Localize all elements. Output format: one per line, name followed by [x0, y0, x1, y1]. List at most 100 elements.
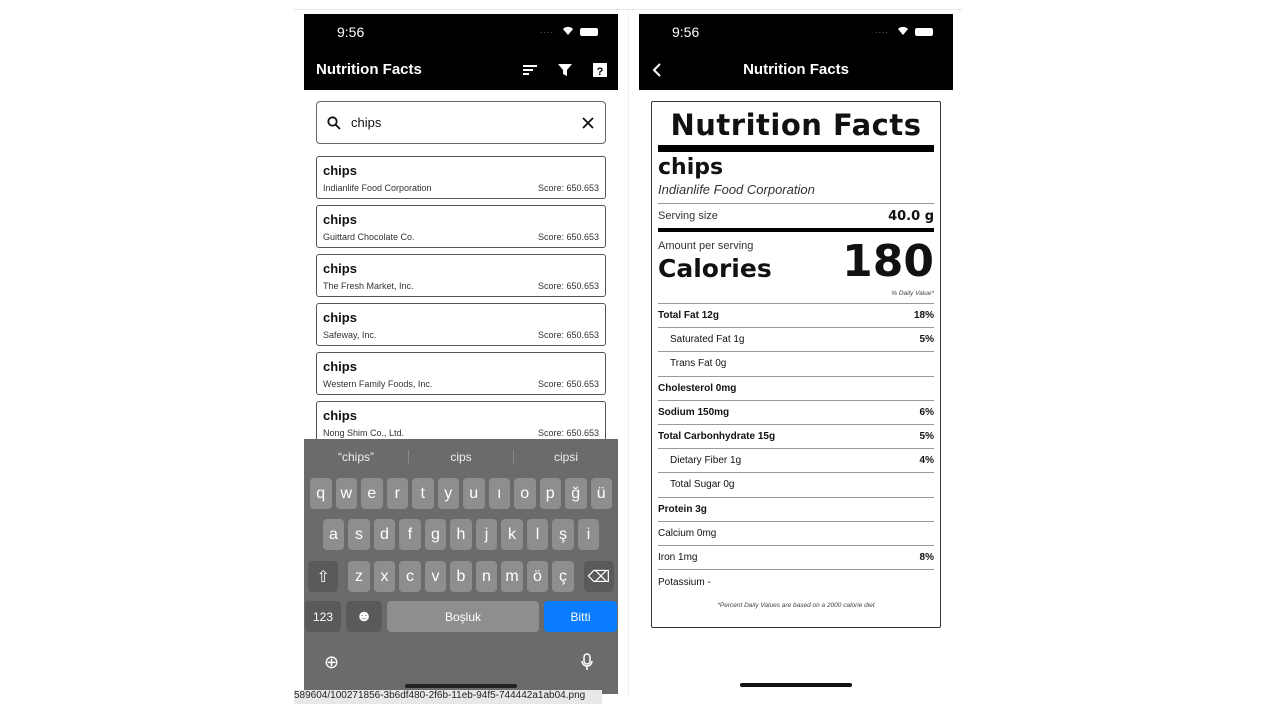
result-card[interactable]: chips The Fresh Market, Inc. Score: 650.65…	[316, 254, 606, 297]
nutrient-name: Dietary Fiber 1g	[670, 455, 742, 467]
backspace-key[interactable]: ⌫	[583, 561, 614, 592]
brand-name: Indianlife Food Corporation	[658, 182, 815, 197]
clear-icon[interactable]	[582, 117, 594, 129]
key[interactable]: y	[437, 478, 459, 509]
result-score: Score: 650.653	[537, 428, 599, 438]
key[interactable]: m	[501, 561, 523, 592]
nutrient-row: Calcium 0mg	[658, 522, 934, 546]
nutrient-name: Protein 3g	[658, 503, 707, 515]
battery-icon	[915, 28, 933, 36]
key[interactable]: ı	[488, 478, 510, 509]
key[interactable]: ğ	[565, 478, 587, 509]
key[interactable]: v	[424, 561, 447, 592]
nutrient-dv: 5%	[919, 431, 934, 443]
nutrient-row: Total Carbonhydrate 15g 5%	[658, 425, 934, 450]
result-card[interactable]: chips Nong Shim Co., Ltd. Score: 650.653	[316, 401, 606, 444]
done-key[interactable]: Bitti	[544, 601, 617, 632]
nav-bar: Nutrition Facts	[639, 50, 953, 90]
nutrient-dv: 8%	[919, 551, 934, 563]
status-bar: 9:56 ....	[639, 14, 953, 50]
nutrient-row: Dietary Fiber 1g 4%	[658, 449, 934, 474]
wifi-icon	[563, 26, 573, 35]
footnote: *Percent Daily Values are based on a 200…	[717, 602, 875, 610]
home-indicator	[405, 684, 517, 688]
filter-icon[interactable]	[557, 62, 573, 78]
key[interactable]: b	[450, 561, 472, 592]
key[interactable]: c	[399, 561, 421, 592]
key[interactable]: j	[475, 519, 498, 550]
page-title: Nutrition Facts	[316, 61, 422, 78]
emoji-key[interactable]: ☻	[346, 601, 382, 632]
result-card[interactable]: chips Safeway, Inc. Score: 650.653	[316, 303, 606, 346]
battery-icon	[580, 28, 598, 36]
food-name: chips	[658, 155, 724, 180]
top-divider	[294, 9, 962, 10]
key[interactable]: ü	[590, 478, 612, 509]
detail-screen: 9:56 .... Nutrition Facts Nutrition Fact…	[639, 14, 953, 694]
key[interactable]: s	[348, 519, 370, 550]
result-company: Safeway, Inc.	[323, 330, 377, 340]
key[interactable]: q	[310, 478, 332, 509]
key[interactable]: l	[526, 519, 549, 550]
suggestion[interactable]: cipsi	[514, 450, 618, 464]
key[interactable]: p	[539, 478, 561, 509]
key[interactable]: ö	[526, 561, 549, 592]
key[interactable]: n	[475, 561, 498, 592]
wifi-icon	[898, 26, 908, 35]
key[interactable]: z	[348, 561, 370, 592]
shift-key[interactable]: ⇧	[308, 561, 339, 592]
key[interactable]: k	[501, 519, 523, 550]
key[interactable]: h	[450, 519, 472, 550]
calories-label: Calories	[658, 254, 772, 283]
key[interactable]: t	[412, 478, 434, 509]
key[interactable]: e	[361, 478, 383, 509]
result-company: Western Family Foods, Inc.	[323, 379, 433, 389]
help-icon[interactable]: ?	[592, 62, 608, 78]
key[interactable]: g	[424, 519, 447, 550]
result-name: chips	[323, 359, 357, 374]
keyboard: “chips” cips cipsi qwertyuıopğü asdfghjk…	[304, 439, 618, 694]
suggestion[interactable]: cips	[409, 450, 514, 464]
result-company: Indianlife Food Corporation	[323, 183, 432, 193]
nutrient-row: Cholesterol 0mg	[658, 377, 934, 401]
nav-bar: Nutrition Facts ?	[304, 50, 618, 90]
space-key[interactable]: Boşluk	[387, 601, 539, 632]
globe-icon[interactable]: ⊕	[324, 652, 339, 673]
nutrient-row: Saturated Fat 1g 5%	[658, 328, 934, 353]
key[interactable]: f	[399, 519, 421, 550]
nutrient-name: Sodium 150mg	[658, 406, 730, 418]
key[interactable]: o	[514, 478, 536, 509]
nutrition-label: Nutrition Facts chips Indianlife Food Co…	[651, 101, 941, 628]
daily-value-header: % Daily Value*	[891, 290, 934, 297]
key[interactable]: u	[463, 478, 485, 509]
label-heading: Nutrition Facts	[670, 108, 922, 142]
nutrient-row: Protein 3g	[658, 498, 934, 522]
result-card[interactable]: chips Guittard Chocolate Co. Score: 650.65…	[316, 205, 606, 248]
sort-icon[interactable]	[522, 62, 538, 78]
key[interactable]: i	[577, 519, 600, 550]
nutrient-name: Total Carbonhydrate 15g	[658, 431, 776, 443]
result-card[interactable]: chips Indianlife Food Corporation Score: 6…	[316, 156, 606, 199]
nutrient-name: Iron 1mg	[658, 551, 698, 563]
key[interactable]: ş	[552, 519, 574, 550]
search-input[interactable]: chips	[316, 101, 606, 144]
result-score: Score: 650.653	[537, 183, 599, 193]
key[interactable]: w	[335, 478, 357, 509]
screen-divider	[628, 14, 629, 694]
key[interactable]: x	[373, 561, 396, 592]
nutrient-name: Total Fat 12g	[658, 310, 719, 322]
serving-label: Serving size	[658, 210, 718, 222]
result-name: chips	[323, 408, 357, 423]
key[interactable]: a	[322, 519, 345, 550]
result-company: Guittard Chocolate Co.	[323, 232, 415, 242]
status-time: 9:56	[337, 24, 365, 40]
key[interactable]: d	[373, 519, 396, 550]
result-card[interactable]: chips Western Family Foods, Inc. Score: 65…	[316, 352, 606, 395]
numbers-key[interactable]: 123	[305, 601, 341, 632]
nutrient-row: Iron 1mg 8%	[658, 546, 934, 571]
suggestion[interactable]: “chips”	[304, 450, 409, 464]
key[interactable]: r	[386, 478, 408, 509]
result-name: chips	[323, 163, 357, 178]
key[interactable]: ç	[552, 561, 574, 592]
microphone-icon[interactable]	[581, 653, 593, 671]
